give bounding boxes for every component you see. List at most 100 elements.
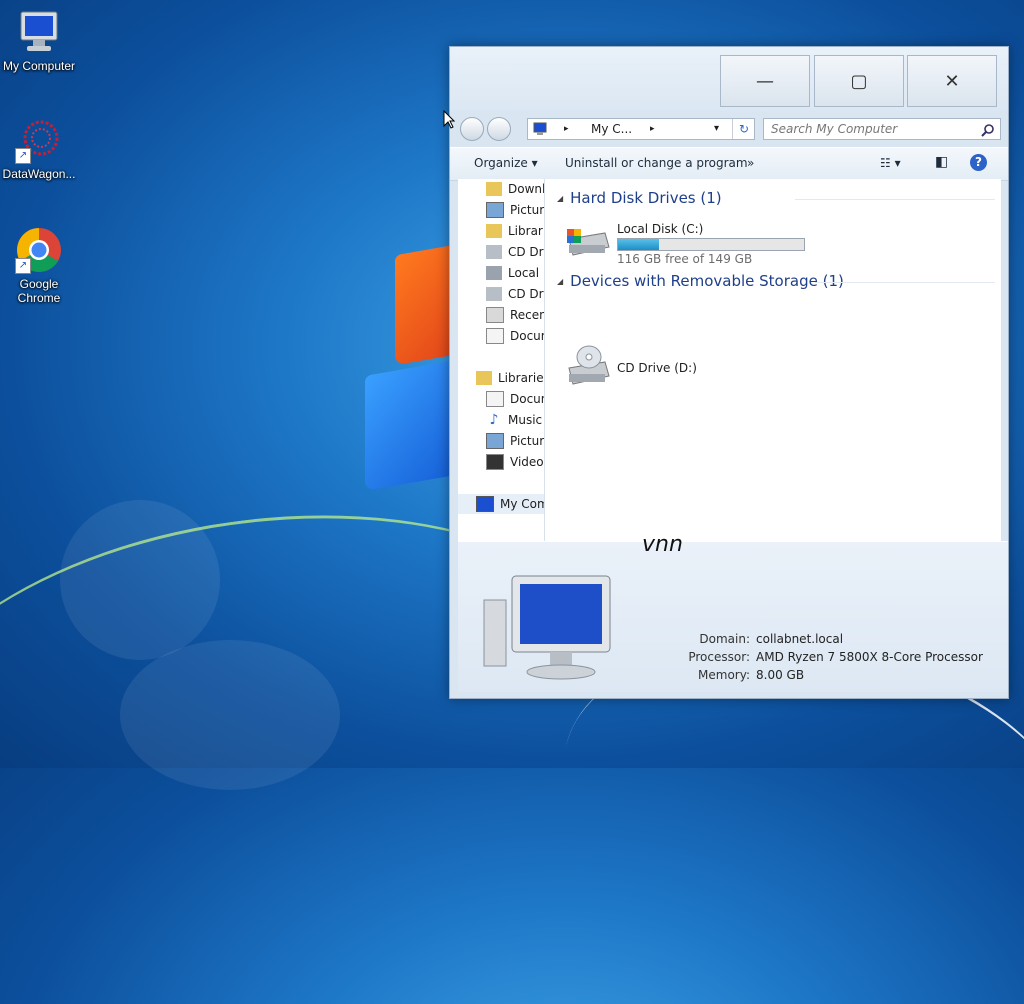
organize-button[interactable]: Organize ▾ (474, 156, 538, 170)
title-bar[interactable]: — ▢ ✕ (450, 47, 1008, 111)
shortcut-arrow-icon: ↗ (15, 258, 31, 274)
nav-item-cd-drive[interactable]: CD Driv (486, 284, 544, 304)
search-placeholder: Search My Computer (771, 122, 898, 136)
drive-free-space: 116 GB free of 149 GB (617, 252, 753, 266)
monitor-icon (15, 8, 63, 56)
desktop-icon-label: DataWagon... (2, 167, 76, 181)
desktop-icon-datawagon[interactable]: ↗ DataWagon... (1, 116, 77, 181)
desktop-icon-my-computer[interactable]: My Computer (1, 8, 77, 73)
nav-item-downloads[interactable]: Downlo (486, 179, 544, 199)
nav-item-label: Libraries (498, 371, 545, 385)
explorer-window: — ▢ ✕ ▸ My C... ▸ ▾ ↻ Search My Computer… (449, 46, 1009, 699)
drive-name: CD Drive (D:) (617, 361, 697, 375)
desktop-icon-chrome[interactable]: ↗ Google Chrome (1, 226, 77, 305)
windows-logo (355, 244, 455, 491)
document-icon (486, 328, 504, 344)
nav-item-cd-drive[interactable]: CD Driv (486, 242, 544, 262)
minimize-icon: — (756, 70, 774, 92)
nav-item-pictures[interactable]: Picture (486, 200, 544, 220)
nav-item-my-computer[interactable]: My Comp (458, 494, 544, 514)
help-button[interactable]: ? (970, 154, 987, 171)
hard-disk-icon (486, 266, 502, 280)
nav-item-pictures[interactable]: Picture (486, 431, 544, 451)
uninstall-program-button[interactable]: Uninstall or change a program (565, 156, 748, 170)
address-dropdown-icon[interactable]: ▾ (714, 119, 719, 139)
computer-icon (533, 122, 547, 135)
processor-label: Processor: (688, 650, 750, 664)
nav-item-libraries[interactable]: Librarie (486, 221, 544, 241)
drive-local-disk-c[interactable]: Local Disk (C:) 116 GB free of 149 GB (565, 219, 815, 266)
picture-icon (486, 433, 504, 449)
group-title: Hard Disk Drives (1) (570, 189, 722, 207)
shortcut-arrow-icon: ↗ (15, 148, 31, 164)
library-icon (486, 224, 502, 238)
navigation-bar: ▸ My C... ▸ ▾ ↻ Search My Computer (450, 115, 1008, 145)
hard-disk-icon (567, 229, 610, 256)
group-header-removable-storage[interactable]: ◢ Devices with Removable Storage (1) (557, 272, 844, 290)
cd-drive-icon (486, 287, 502, 301)
nav-item-recent[interactable]: Recent (486, 305, 544, 325)
nav-item-label: Local D (508, 266, 544, 280)
cd-drive-icon (486, 245, 502, 259)
processor-value: AMD Ryzen 7 5800X 8-Core Processor (756, 650, 983, 664)
cd-drive-icon (568, 345, 610, 385)
folder-icon (486, 182, 502, 196)
change-view-button[interactable]: ☷ ▾ (880, 156, 901, 170)
music-icon: ♪ (489, 412, 499, 428)
breadcrumb-separator[interactable]: ▸ (650, 119, 655, 139)
group-title: Devices with Removable Storage (1) (570, 272, 844, 290)
nav-item-videos[interactable]: Videos (486, 452, 544, 472)
video-icon (486, 454, 504, 470)
memory-value: 8.00 GB (756, 668, 805, 682)
forward-button[interactable] (487, 117, 511, 141)
mouse-cursor-icon (443, 110, 455, 129)
domain-value: collabnet.local (756, 632, 844, 646)
picture-icon (486, 202, 504, 218)
nav-item-label: Picture (510, 434, 544, 448)
chrome-icon: ↗ (15, 226, 63, 274)
document-icon (486, 391, 504, 407)
nav-item-label: CD Driv (508, 287, 544, 301)
recent-icon (486, 307, 504, 323)
breadcrumb-separator[interactable]: ▸ (564, 119, 569, 139)
nav-item-label: CD Driv (508, 245, 544, 259)
search-icon[interactable] (981, 123, 995, 137)
minimize-button[interactable]: — (720, 55, 810, 107)
disk-usage-fill (618, 239, 659, 250)
close-icon: ✕ (944, 70, 960, 92)
datawagon-icon: ↗ (15, 116, 63, 164)
search-input[interactable]: Search My Computer (763, 118, 1001, 140)
nav-item-documents[interactable]: Docum (486, 326, 544, 346)
command-bar: Organize ▾ Uninstall or change a program… (450, 147, 1008, 181)
nav-item-label: My Comp (500, 497, 544, 511)
collapse-icon: ◢ (557, 193, 564, 203)
navigation-pane: Downlo Picture Librarie CD Driv Local D … (458, 179, 545, 541)
nav-item-label: Music (508, 413, 543, 427)
group-divider (795, 199, 995, 200)
details-pane: vnn Domain: collabnet.local Processor: A… (458, 532, 1008, 692)
breadcrumb-my-computer[interactable]: My C... (591, 119, 632, 139)
nav-item-libraries-header[interactable]: Libraries (476, 368, 545, 388)
desktop-icon-label: Google Chrome (17, 277, 61, 305)
drive-name: Local Disk (C:) (617, 222, 704, 236)
back-button[interactable] (460, 117, 484, 141)
group-header-hard-disk-drives[interactable]: ◢ Hard Disk Drives (1) (557, 189, 722, 207)
close-button[interactable]: ✕ (907, 55, 997, 107)
address-bar[interactable]: ▸ My C... ▸ ▾ ↻ (527, 118, 755, 140)
desktop-icon-label: My Computer (2, 59, 76, 73)
disk-usage-bar (617, 238, 805, 251)
nav-item-local-disk[interactable]: Local D (486, 263, 544, 283)
drive-cd-drive-d[interactable]: CD Drive (D:) (565, 344, 705, 390)
maximize-button[interactable]: ▢ (814, 55, 904, 107)
nav-item-label: Downlo (508, 182, 544, 196)
nav-item-label: Picture (510, 203, 544, 217)
preview-pane-button[interactable]: ◧ (935, 154, 948, 170)
nav-item-documents[interactable]: Docum (486, 389, 544, 409)
nav-item-label: Librarie (508, 224, 544, 238)
nav-item-label: Videos (510, 455, 544, 469)
computer-icon (483, 575, 611, 680)
group-divider (815, 282, 995, 283)
refresh-button[interactable]: ↻ (732, 119, 755, 139)
more-commands-button[interactable]: » (747, 156, 754, 170)
nav-item-music[interactable]: ♪ Music (486, 410, 543, 430)
